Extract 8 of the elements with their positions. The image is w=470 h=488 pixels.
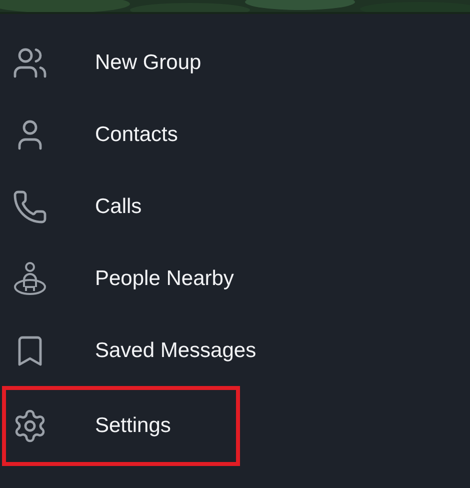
menu-item[interactable]: Calls [0, 171, 470, 243]
menu-item[interactable]: Settings [6, 390, 171, 462]
person-on-disk-icon [12, 261, 48, 297]
menu-item[interactable]: New Group [0, 27, 470, 99]
phone-icon [12, 189, 48, 225]
menu-item[interactable]: People Nearby [0, 243, 470, 315]
menu-item[interactable]: Contacts [0, 99, 470, 171]
menu-item[interactable]: Saved Messages [0, 315, 470, 387]
